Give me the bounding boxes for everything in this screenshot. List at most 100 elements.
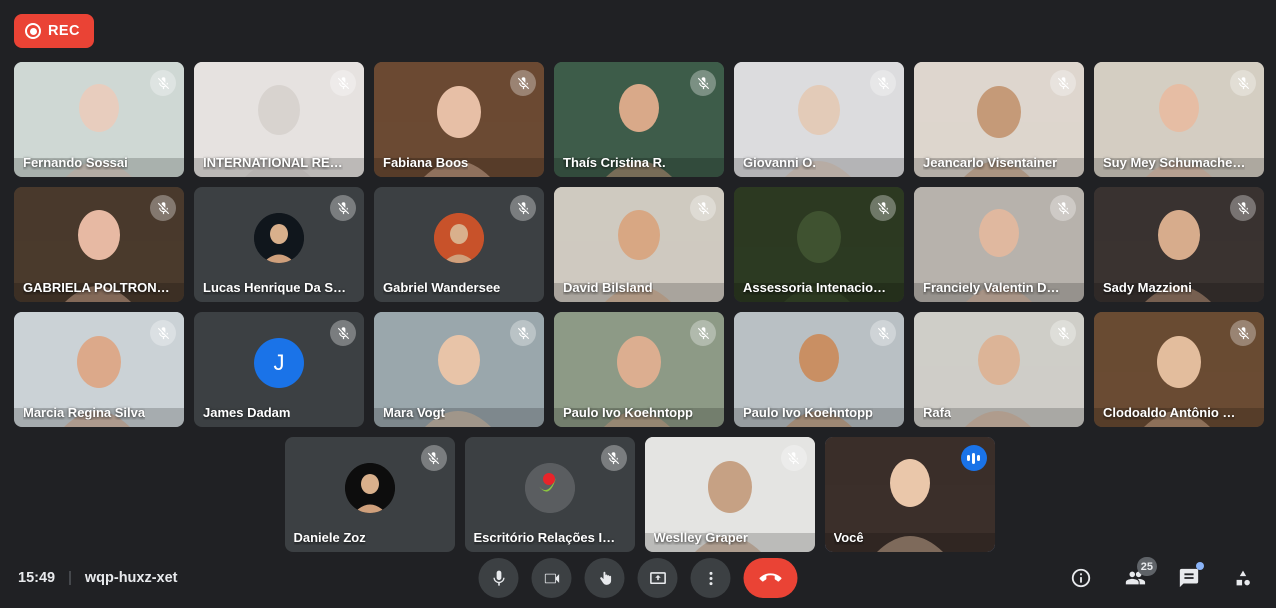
- mic-icon: [492, 570, 505, 586]
- participant-tile[interactable]: David Bilsland: [554, 187, 724, 302]
- avatar: [254, 212, 304, 263]
- mic-off-icon: [330, 70, 356, 96]
- participant-tile[interactable]: Daniele Zoz: [284, 437, 455, 552]
- chat-new-indicator: [1196, 562, 1204, 570]
- participant-name: Suy Mey Schumache…: [1103, 155, 1246, 170]
- participant-tile[interactable]: Fernando Sossai: [14, 62, 184, 177]
- participant-name: Marcia Regina Silva: [23, 405, 146, 420]
- participant-tile[interactable]: J James Dadam: [194, 312, 364, 427]
- participant-tile[interactable]: Thaís Cristina R.: [554, 62, 724, 177]
- activities-button[interactable]: [1226, 561, 1260, 595]
- participant-name: Mara Vogt: [383, 405, 445, 420]
- meeting-separator: |: [68, 570, 72, 586]
- mic-off-icon: [510, 195, 536, 221]
- meeting-details-button[interactable]: [1064, 561, 1098, 595]
- participant-name: INTERNATIONAL RE…: [203, 155, 343, 170]
- mic-off-icon: [1230, 320, 1256, 346]
- participant-name: Weslley Graper: [653, 530, 748, 545]
- participant-name: GABRIELA POLTRON…: [23, 280, 170, 295]
- participant-row: Fernando Sossai INTERNATIONAL RE… Fabian…: [14, 62, 1265, 177]
- participant-tile[interactable]: INTERNATIONAL RE…: [194, 62, 364, 177]
- raise-hand-button[interactable]: [584, 558, 625, 598]
- mic-off-icon: [870, 70, 896, 96]
- participant-tile[interactable]: Paulo Ivo Koehntopp: [554, 312, 724, 427]
- camera-icon: [544, 573, 559, 583]
- camera-button[interactable]: [531, 558, 572, 598]
- mic-off-icon: [150, 70, 176, 96]
- participant-name: Franciely Valentin D…: [923, 280, 1060, 295]
- recording-indicator[interactable]: REC: [14, 14, 94, 48]
- self-view-tile[interactable]: Você: [824, 437, 995, 552]
- mic-off-icon: [780, 445, 807, 471]
- meeting-code[interactable]: wqp-huxz-xet: [85, 570, 178, 586]
- participant-tile[interactable]: Weslley Graper: [644, 437, 815, 552]
- avatar: [434, 212, 484, 263]
- recording-label: REC: [48, 23, 80, 39]
- mic-off-icon: [690, 320, 716, 346]
- mic-off-icon: [1050, 70, 1076, 96]
- activities-icon: [1236, 570, 1250, 586]
- participant-name: Daniele Zoz: [293, 530, 366, 545]
- mic-off-icon: [330, 195, 356, 221]
- mic-off-icon: [1050, 195, 1076, 221]
- participant-tile[interactable]: GABRIELA POLTRON…: [14, 187, 184, 302]
- participant-tile[interactable]: Clodoaldo Antônio …: [1094, 312, 1264, 427]
- participant-tile[interactable]: Franciely Valentin D…: [914, 187, 1084, 302]
- meeting-time: 15:49: [18, 570, 56, 586]
- microphone-button[interactable]: [478, 558, 519, 598]
- participant-tile[interactable]: Gabriel Wandersee: [374, 187, 544, 302]
- participant-name: David Bilsland: [563, 280, 653, 295]
- end-call-button[interactable]: [743, 558, 798, 598]
- organization-logo: [524, 462, 575, 513]
- mic-off-icon: [600, 445, 627, 471]
- more-vert-icon: [708, 571, 713, 585]
- record-icon: [25, 23, 41, 39]
- present-screen-button[interactable]: [637, 558, 678, 598]
- participant-grid: Fernando Sossai INTERNATIONAL RE… Fabian…: [14, 62, 1265, 562]
- participant-name: Thaís Cristina R.: [563, 155, 666, 170]
- participant-tile[interactable]: Escritório Relações I…: [464, 437, 635, 552]
- avatar: J: [254, 337, 304, 388]
- participant-tile[interactable]: Assessoria Intenacio…: [734, 187, 904, 302]
- participant-tile[interactable]: Fabiana Boos: [374, 62, 544, 177]
- meeting-info: 15:49 | wqp-huxz-xet: [18, 570, 178, 586]
- google-meet-window: REC Fernando Sossai INTERNATIONAL RE… Fa…: [0, 0, 1276, 608]
- hand-icon: [599, 571, 611, 585]
- participant-name: Você: [833, 530, 864, 545]
- participant-tile[interactable]: Lucas Henrique Da S…: [194, 187, 364, 302]
- participant-tile[interactable]: Sady Mazzioni: [1094, 187, 1264, 302]
- participants-count-badge: 25: [1136, 557, 1157, 576]
- participant-name: Fabiana Boos: [383, 155, 469, 170]
- participant-name: Rafa: [923, 405, 952, 420]
- info-icon: [1071, 568, 1091, 588]
- mic-off-icon: [1050, 320, 1076, 346]
- participant-row: Daniele Zoz Escritório Relações I… Wesll…: [14, 437, 1265, 552]
- participant-tile[interactable]: Mara Vogt: [374, 312, 544, 427]
- participant-tile[interactable]: Marcia Regina Silva: [14, 312, 184, 427]
- participant-tile[interactable]: Suy Mey Schumache…: [1094, 62, 1264, 177]
- mic-off-icon: [150, 320, 176, 346]
- more-options-button[interactable]: [690, 558, 731, 598]
- participant-name: Paulo Ivo Koehntopp: [563, 405, 693, 420]
- participant-name: Giovanni O.: [743, 155, 816, 170]
- mic-off-icon: [1230, 195, 1256, 221]
- chat-button[interactable]: [1172, 561, 1206, 595]
- mic-off-icon: [510, 320, 536, 346]
- participant-name: Sady Mazzioni: [1103, 280, 1192, 295]
- participant-tile[interactable]: Rafa: [914, 312, 1084, 427]
- participant-tile[interactable]: Giovanni O.: [734, 62, 904, 177]
- participant-tile[interactable]: Paulo Ivo Koehntopp: [734, 312, 904, 427]
- mic-off-icon: [690, 195, 716, 221]
- mic-off-icon: [420, 445, 447, 471]
- mic-off-icon: [870, 320, 896, 346]
- participant-tile[interactable]: Jeancarlo Visentainer: [914, 62, 1084, 177]
- mic-off-icon: [150, 195, 176, 221]
- participant-name: Clodoaldo Antônio …: [1103, 405, 1236, 420]
- participant-name: Assessoria Intenacio…: [743, 280, 887, 295]
- call-controls: [478, 558, 798, 598]
- participant-name: Lucas Henrique Da S…: [203, 280, 347, 295]
- participants-button[interactable]: 25: [1118, 557, 1157, 595]
- present-icon: [649, 571, 666, 584]
- participant-name: Jeancarlo Visentainer: [923, 155, 1058, 170]
- right-toolbar: 25: [1064, 557, 1260, 595]
